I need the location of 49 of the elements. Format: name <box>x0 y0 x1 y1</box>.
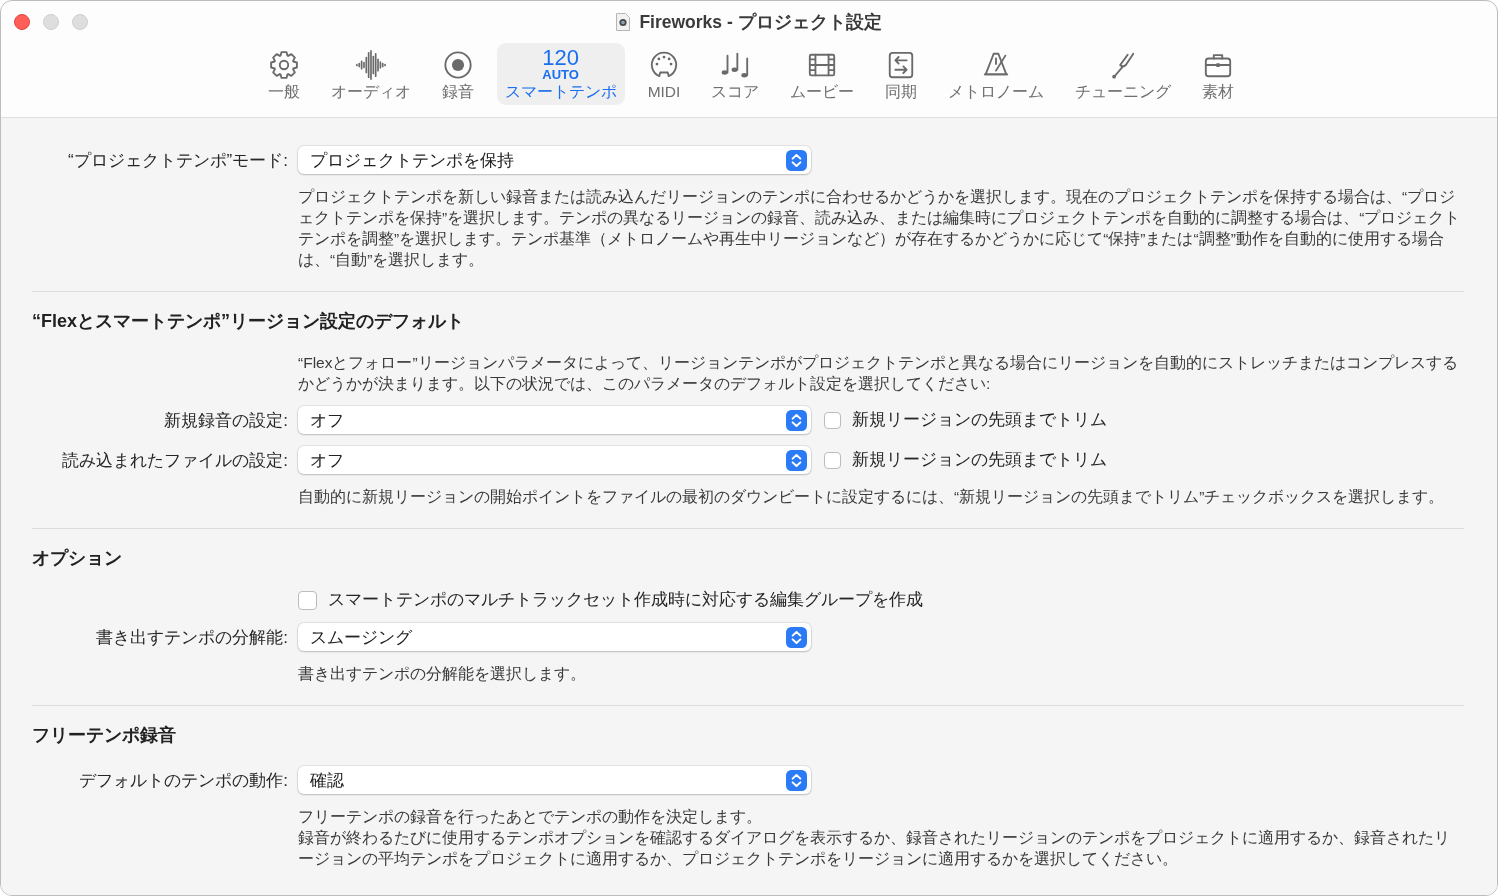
field-label: デフォルトのテンポの動作: <box>79 769 288 792</box>
waveform-icon <box>355 50 386 80</box>
field-label: 読み込まれたファイルの設定: <box>62 449 288 472</box>
midi-connector-icon <box>649 50 679 80</box>
stepper-icon <box>786 449 807 471</box>
checkbox-label[interactable]: 新規リージョンの先頭までトリム <box>852 409 1107 431</box>
toolbar-tab[interactable]: MIDI <box>639 43 689 105</box>
toolbar-tab[interactable]: チューニング <box>1067 43 1180 105</box>
help-text: 書き出すテンポの分解能を選択します。 <box>298 664 587 684</box>
field-label: “プロジェクトテンポ”モード: <box>67 149 288 172</box>
toolbar-tab[interactable]: 素材 <box>1194 43 1243 105</box>
help-text: “Flexとフォロー”リージョンパラメータによって、リージョンテンポがプロジェクトテンポと異なる場合にリージョンを自動的にストレッチまたはコンプレスするかどうかが決まります。以下の状況では、このパラメータのデフォルト設定を選択してください: <box>298 353 1459 394</box>
toolbar-tab[interactable]: 一般 <box>259 43 308 105</box>
section-heading: フリーテンポ録音 <box>32 724 177 746</box>
toolbar-tab[interactable]: スコア <box>703 43 768 105</box>
section-heading: オプション <box>32 547 123 569</box>
section-heading: “Flexとスマートテンポ”リージョン設定のデフォルト <box>32 310 466 332</box>
popup-button[interactable]: オフ <box>298 406 811 434</box>
record-icon <box>442 50 473 80</box>
help-text: プロジェクトテンポを新しい録音または読み込んだリージョンのテンポに合わせるかどうかを選択します。現在のプロジェクトテンポを保持する場合は、“プロジェクトテンポを保持”を選択します。テンポの異なるリージョンの録音、読み込み、または編集時にプロジェクトテンポを自動的に調整する場合は、“プロジェクトテンポを調整”を選択します。テンポ基準（メトロノームや再生中リージョンなど）が存在するかどうかに応じて“保持”または“調整”動作を自動的に使用する場合は、“自動”を選択します。 <box>298 187 1462 270</box>
window-title: Fireworks - プロジェクト設定 <box>639 10 882 34</box>
help-text: 録音が終わるたびに使用するテンポオプションを確認するダイアログを表示するか、録音されたリージョンのテンポをプロジェクトに適用するか、録音されたリージョンの平均テンポをプロジェクトに適用するか、プロジェクトテンポをリージョンに適用するかを選択してください。 <box>298 828 1451 869</box>
stepper-icon <box>786 769 807 791</box>
toolbar-tab[interactable]: メトロノーム <box>940 43 1053 105</box>
toolbar-tab[interactable]: 120 AUTO スマートテンポ <box>496 43 625 105</box>
field-label: 書き出すテンポの分解能: <box>96 626 288 649</box>
stepper-icon <box>786 409 807 431</box>
document-icon <box>616 12 631 31</box>
toolbar-tab[interactable]: オーディオ <box>322 43 419 105</box>
stepper-icon <box>786 149 807 171</box>
popup-button[interactable]: 確認 <box>298 766 811 794</box>
close-button[interactable] <box>14 13 30 30</box>
stepper-icon <box>786 626 807 648</box>
toolbar-tab[interactable]: 録音 <box>433 43 482 105</box>
toolbar-tab[interactable]: ムービー <box>782 43 863 105</box>
checkbox[interactable] <box>824 411 841 429</box>
checkbox-label[interactable]: 新規リージョンの先頭までトリム <box>852 449 1107 471</box>
checkbox[interactable] <box>298 590 317 610</box>
help-text: 自動的に新規リージョンの開始ポイントをファイルの最初のダウンビートに設定するには、“新規リージョンの先頭までトリム”チェックボックスを選択します。 <box>298 487 1446 507</box>
checkbox[interactable] <box>824 451 841 469</box>
popup-button[interactable]: オフ <box>298 446 811 474</box>
field-label: 新規録音の設定: <box>164 409 288 432</box>
gear-icon <box>268 50 299 80</box>
music-notes-icon <box>720 50 751 80</box>
help-text: フリーテンポの録音を行ったあとでテンポの動作を決定します。 <box>298 807 763 827</box>
toolbar-tab[interactable]: 同期 <box>877 43 926 105</box>
checkbox-label[interactable]: スマートテンポのマルチトラックセット作成時に対応する編集グループを作成 <box>328 589 923 611</box>
popup-button[interactable]: スムージング <box>298 623 811 651</box>
popup-button[interactable]: プロジェクトテンポを保持 <box>298 146 811 174</box>
